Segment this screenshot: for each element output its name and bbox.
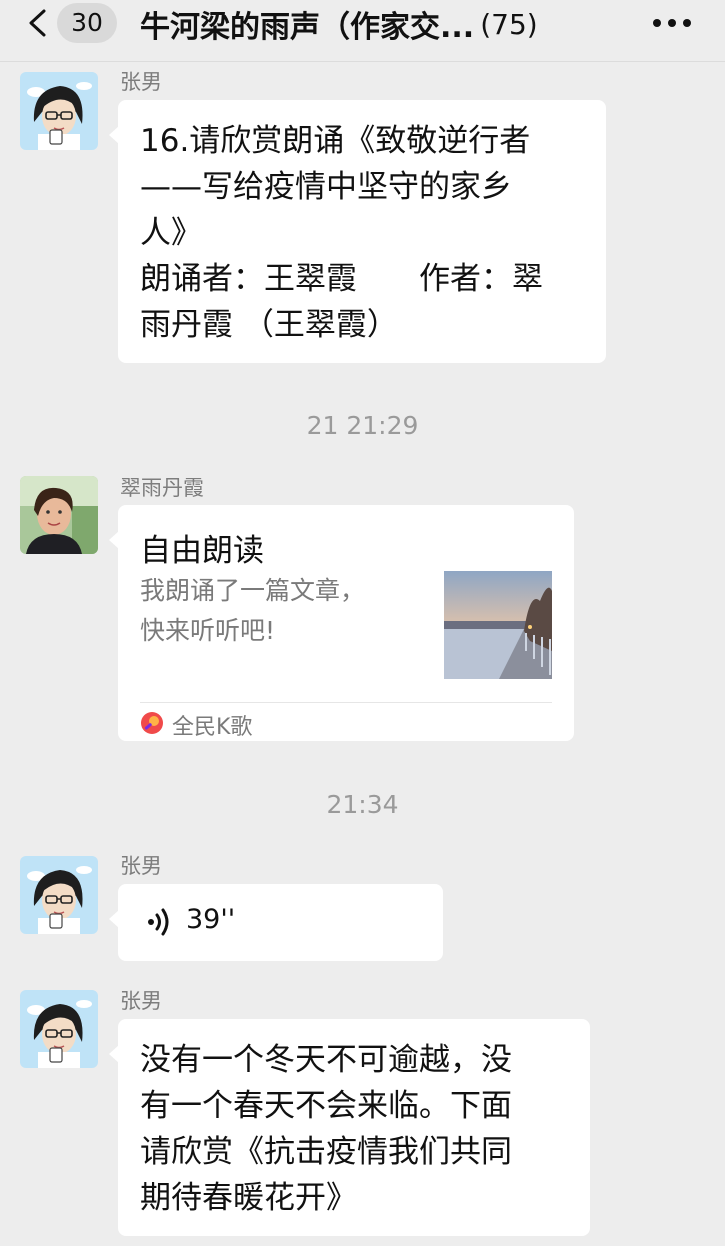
timestamp: 21:34 bbox=[326, 790, 399, 819]
voice-duration: 39'' bbox=[186, 904, 236, 935]
chat-title[interactable]: 牛河梁的雨声（作家交... (75) bbox=[140, 2, 610, 46]
card-divider bbox=[140, 702, 552, 703]
unread-count-badge[interactable]: 30 bbox=[57, 3, 117, 43]
message-bubble[interactable]: 没有一个冬天不可逾越，没 有一个春天不会来临。下面 请欣赏《抗击疫情我们共同 期… bbox=[109, 1019, 590, 1236]
chat-title-text: 牛河梁的雨声（作家交... bbox=[140, 10, 475, 45]
avatar-zhangnan[interactable] bbox=[20, 856, 98, 934]
voice-message-bubble[interactable]: 39'' bbox=[109, 884, 443, 961]
karaoke-app-icon bbox=[141, 712, 163, 734]
sender-name: 张男 bbox=[120, 989, 162, 1013]
avatar-zhangnan[interactable] bbox=[20, 72, 98, 150]
shared-link-card[interactable]: 自由朗读 我朗诵了一篇文章， 快来听听吧! 全民K歌 bbox=[109, 505, 574, 741]
message-bubble[interactable]: 16.请欣赏朗诵《致敬逆行者 ——写给疫情中坚守的家乡 人》 朗诵者：王翠霞 作… bbox=[109, 100, 606, 363]
card-thumbnail bbox=[444, 571, 552, 679]
avatar-cuiyudanxia[interactable] bbox=[20, 476, 98, 554]
card-source-label: 全民K歌 bbox=[172, 715, 253, 740]
cartoon-avatar-icon bbox=[20, 856, 98, 934]
timestamp: 21 21:29 bbox=[306, 411, 419, 440]
cartoon-avatar-icon bbox=[20, 990, 98, 1068]
avatar-zhangnan[interactable] bbox=[20, 990, 98, 1068]
card-description: 我朗诵了一篇文章， 快来听听吧! bbox=[140, 576, 366, 645]
more-dots-icon[interactable] bbox=[652, 18, 692, 28]
message-text: 16.请欣赏朗诵《致敬逆行者 ——写给疫情中坚守的家乡 人》 朗诵者：王翠霞 作… bbox=[140, 123, 543, 343]
sender-name: 翠雨丹霞 bbox=[120, 476, 204, 500]
card-title: 自由朗读 bbox=[140, 533, 264, 569]
sender-name: 张男 bbox=[120, 70, 162, 94]
chat-header: 30 牛河梁的雨声（作家交... (75) bbox=[0, 0, 725, 62]
sender-name: 张男 bbox=[120, 854, 162, 878]
riverside-photo-icon bbox=[444, 571, 552, 679]
cartoon-avatar-icon bbox=[20, 72, 98, 150]
photo-avatar-icon bbox=[20, 476, 98, 554]
chevron-left-icon[interactable] bbox=[24, 8, 52, 38]
member-count: (75) bbox=[480, 7, 538, 41]
voice-wave-icon bbox=[148, 908, 169, 936]
message-text: 没有一个冬天不可逾越，没 有一个春天不会来临。下面 请欣赏《抗击疫情我们共同 期… bbox=[140, 1042, 512, 1216]
